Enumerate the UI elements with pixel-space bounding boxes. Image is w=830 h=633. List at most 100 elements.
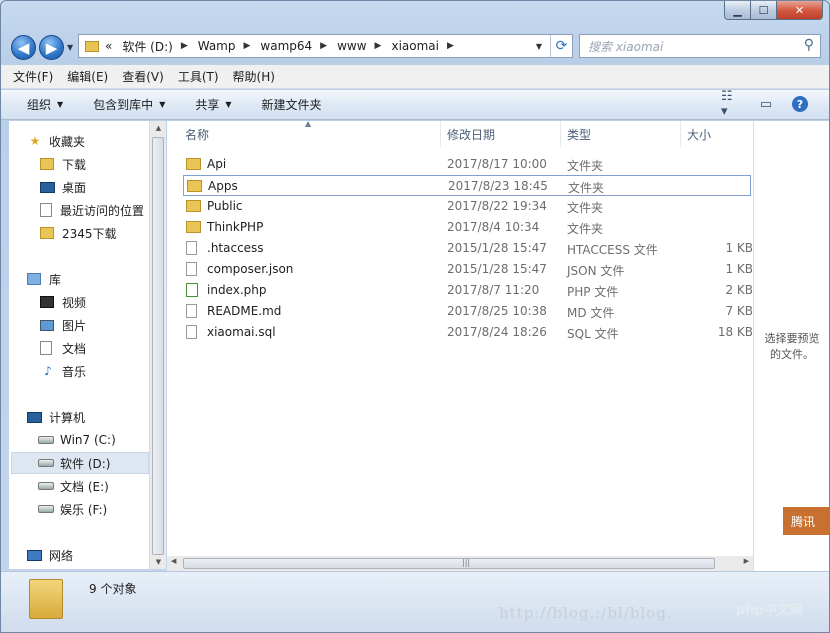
organize-label: 组织 xyxy=(27,98,52,112)
back-button[interactable]: ◀ xyxy=(11,35,36,60)
file-size: 2 KB xyxy=(725,283,753,297)
column-header-size[interactable]: 大小 xyxy=(681,121,753,147)
file-name: xiaomai.sql xyxy=(207,325,276,339)
include-library-label: 包含到库中 xyxy=(93,98,154,112)
scroll-left-arrow[interactable]: ◀ xyxy=(171,557,176,565)
scrollbar-thumb[interactable] xyxy=(152,137,164,555)
document-icon xyxy=(40,341,52,355)
folder-icon xyxy=(186,221,201,233)
nav-item-label: 桌面 xyxy=(62,180,87,195)
nav-item-label: 图片 xyxy=(62,318,87,333)
scroll-up-arrow[interactable]: ▲ xyxy=(150,124,167,132)
breadcrumb-drive-d[interactable]: 软件 (D:) xyxy=(122,38,172,55)
file-row[interactable]: README.md 2017/8/25 10:38 MD 文件 7 KB xyxy=(167,301,753,322)
forward-button[interactable]: ▶ xyxy=(39,35,64,60)
view-options-icon[interactable]: ☷ ▾ xyxy=(721,89,743,119)
refresh-icon[interactable]: ⟳ xyxy=(550,35,572,57)
file-row[interactable]: ThinkPHP 2017/8/4 10:34 文件夹 xyxy=(167,217,751,238)
column-header-date[interactable]: 修改日期 xyxy=(441,121,561,147)
column-header-name[interactable]: 名称 xyxy=(167,121,441,147)
system-drive-icon xyxy=(38,436,54,444)
new-folder-label: 新建文件夹 xyxy=(261,98,322,112)
floating-side-tab[interactable]: 腾讯 xyxy=(783,507,829,535)
file-row[interactable]: Public 2017/8/22 19:34 文件夹 xyxy=(167,196,751,217)
breadcrumb-wamp64[interactable]: wamp64 xyxy=(260,39,312,53)
scroll-right-arrow[interactable]: ▶ xyxy=(744,557,749,565)
nav-item-label: 文档 xyxy=(62,341,87,356)
nav-libraries[interactable]: 库 xyxy=(27,268,167,290)
menu-view[interactable]: 查看(V) xyxy=(122,68,164,85)
file-name: README.md xyxy=(207,304,282,318)
menu-tools[interactable]: 工具(T) xyxy=(178,68,219,85)
preview-message-line: 选择要预览 xyxy=(764,332,820,345)
file-name: Public xyxy=(207,199,243,213)
breadcrumb-separator[interactable]: ▶ xyxy=(320,41,327,51)
drive-icon xyxy=(38,482,54,490)
share-label: 共享 xyxy=(195,98,220,112)
column-header-type[interactable]: 类型 xyxy=(561,121,681,147)
file-row[interactable]: Api 2017/8/17 10:00 文件夹 xyxy=(167,154,751,175)
view-controls: ☷ ▾ ▭ ? xyxy=(709,89,811,119)
navigation-pane: ★ 收藏夹 下载 桌面 最近访问的位置 2345下载 库 视频 图片 文档 ♪ … xyxy=(9,121,149,569)
file-type: 文件夹 xyxy=(567,222,604,236)
star-icon: ★ xyxy=(29,134,41,148)
help-button[interactable]: ? xyxy=(789,94,811,114)
nav-favorites[interactable]: ★ 收藏夹 xyxy=(27,130,167,152)
file-size: 7 KB xyxy=(725,304,753,318)
search-icon[interactable]: ⚲ xyxy=(804,37,814,53)
file-date: 2015/1/28 15:47 xyxy=(447,241,547,255)
file-name: ThinkPHP xyxy=(207,220,264,234)
breadcrumb-www[interactable]: www xyxy=(337,39,366,53)
file-date: 2017/8/23 18:45 xyxy=(448,179,548,193)
column-header-label: 大小 xyxy=(687,127,712,142)
file-name: composer.json xyxy=(207,262,294,276)
video-icon xyxy=(40,296,54,308)
file-row-selected[interactable]: Apps 2017/8/23 18:45 文件夹 xyxy=(183,175,751,196)
include-in-library-button[interactable]: 包含到库中 ▼ xyxy=(93,96,165,113)
nav-item-drive-d[interactable]: 软件 (D:) xyxy=(11,452,149,474)
breadcrumb-overflow[interactable]: « xyxy=(105,39,112,53)
file-type: PHP 文件 xyxy=(567,285,619,299)
menu-edit[interactable]: 编辑(E) xyxy=(67,68,108,85)
file-row[interactable]: composer.json 2015/1/28 15:47 JSON 文件 1 … xyxy=(167,259,753,280)
breadcrumb-separator[interactable]: ▶ xyxy=(375,41,382,51)
chevron-down-icon: ▼ xyxy=(225,100,232,109)
breadcrumb-wamp[interactable]: Wamp xyxy=(198,39,236,53)
nav-scrollbar[interactable]: ▲ ▼ xyxy=(149,121,166,569)
nav-item-label: 娱乐 (F:) xyxy=(60,502,108,517)
recent-pages-dropdown[interactable]: ▼ xyxy=(67,43,73,52)
address-dropdown[interactable]: ▼ xyxy=(530,35,548,57)
search-input[interactable]: 搜索 xiaomai ⚲ xyxy=(579,34,821,58)
menu-help[interactable]: 帮助(H) xyxy=(233,68,275,85)
file-row[interactable]: .htaccess 2015/1/28 15:47 HTACCESS 文件 1 … xyxy=(167,238,753,259)
organize-button[interactable]: 组织 ▼ xyxy=(27,96,63,113)
share-button[interactable]: 共享 ▼ xyxy=(195,96,231,113)
nav-item-label: 音乐 xyxy=(62,364,87,379)
address-bar[interactable]: « 软件 (D:) ▶ Wamp ▶ wamp64 ▶ www ▶ xiaoma… xyxy=(78,34,573,58)
file-row[interactable]: xiaomai.sql 2017/8/24 18:26 SQL 文件 18 KB xyxy=(167,322,753,343)
file-row[interactable]: index.php 2017/8/7 11:20 PHP 文件 2 KB xyxy=(167,280,753,301)
breadcrumb-xiaomai[interactable]: xiaomai xyxy=(391,39,439,53)
library-icon xyxy=(27,273,41,285)
preview-pane-icon[interactable]: ▭ xyxy=(755,94,777,114)
scroll-down-arrow[interactable]: ▼ xyxy=(150,558,167,566)
preview-message: 选择要预览 的文件。 xyxy=(760,331,824,363)
scrollbar-thumb[interactable]: ||| xyxy=(183,558,715,569)
downloads-folder-icon xyxy=(40,158,54,170)
minimize-button[interactable]: ▁ xyxy=(724,1,751,20)
nav-computer[interactable]: 计算机 xyxy=(27,406,167,428)
menu-file[interactable]: 文件(F) xyxy=(13,68,53,85)
new-folder-button[interactable]: 新建文件夹 xyxy=(262,96,322,113)
close-button[interactable]: ✕ xyxy=(777,1,823,20)
maximize-button[interactable]: ☐ xyxy=(751,1,777,20)
nav-network[interactable]: 网络 xyxy=(27,544,167,566)
music-icon: ♪ xyxy=(44,364,52,378)
file-list-horizontal-scrollbar[interactable]: ◀ ||| ▶ xyxy=(167,556,753,571)
breadcrumb-separator[interactable]: ▶ xyxy=(244,41,251,51)
file-icon xyxy=(186,325,197,339)
nav-item-label: 文档 (E:) xyxy=(60,479,109,494)
breadcrumb-separator[interactable]: ▶ xyxy=(181,41,188,51)
file-type: 文件夹 xyxy=(567,159,604,173)
file-name: Apps xyxy=(208,179,238,193)
breadcrumb-separator[interactable]: ▶ xyxy=(447,41,454,51)
